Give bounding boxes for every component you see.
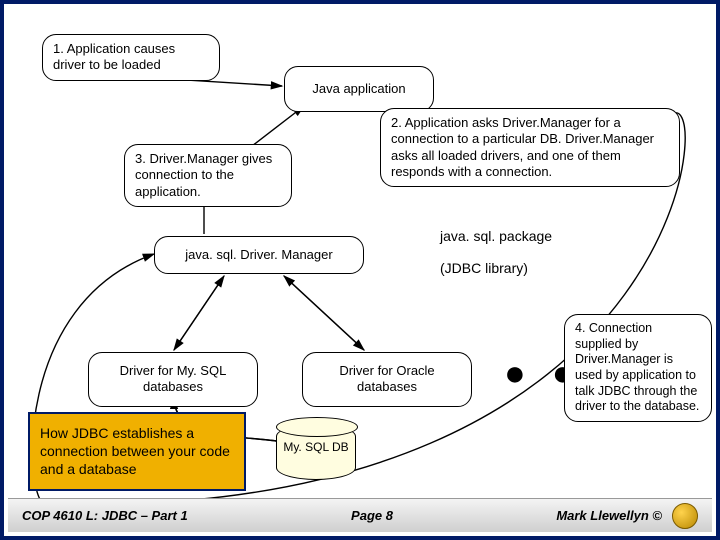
footer-author: Mark Llewellyn © — [556, 508, 662, 523]
step-2-box: 2. Application asks Driver.Manager for a… — [380, 108, 680, 187]
footer-left: COP 4610 L: JDBC – Part 1 — [22, 508, 188, 523]
ucf-logo-icon — [672, 503, 698, 529]
footer-bar: COP 4610 L: JDBC – Part 1 Page 8 Mark Ll… — [8, 498, 712, 532]
footer-page: Page 8 — [351, 508, 393, 523]
step-3-box: 3. Driver.Manager gives connection to th… — [124, 144, 292, 207]
step-4-box: 4. Connection supplied by Driver.Manager… — [564, 314, 712, 422]
driver-mysql-box: Driver for My. SQL databases — [88, 352, 258, 407]
database-icon: My. SQL DB — [276, 424, 356, 480]
java-sql-package-label: java. sql. package — [440, 228, 552, 244]
diagram-title: How JDBC establishes a connection betwee… — [28, 412, 246, 491]
slide: 1. Application causes driver to be loade… — [0, 0, 720, 540]
database-label: My. SQL DB — [277, 441, 355, 454]
jdbc-library-label: (JDBC library) — [440, 260, 528, 276]
driver-oracle-box: Driver for Oracle databases — [302, 352, 472, 407]
driver-manager-box: java. sql. Driver. Manager — [154, 236, 364, 274]
java-application-box: Java application — [284, 66, 434, 112]
step-1-box: 1. Application causes driver to be loade… — [42, 34, 220, 81]
